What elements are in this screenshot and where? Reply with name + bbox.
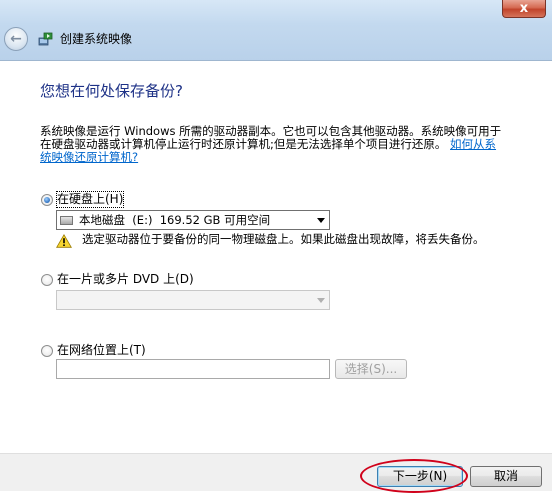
- warning-icon: [56, 234, 72, 248]
- radio-network[interactable]: [41, 345, 53, 357]
- next-button[interactable]: 下一步(N): [377, 466, 463, 487]
- warning-message: 选定驱动器位于要备份的同一物理磁盘上。如果此磁盘出现故障，将丢失备份。: [82, 232, 485, 246]
- backup-app-icon: [38, 32, 53, 46]
- wizard-content: 您想在何处保存备份? 系统映像是运行 Windows 所需的驱动器副本。它也可以…: [0, 61, 552, 453]
- chevron-down-icon: [317, 298, 325, 303]
- description: 系统映像是运行 Windows 所需的驱动器副本。它也可以包含其他驱动器。系统映…: [40, 125, 505, 164]
- title-bar: x ← 创建系统映像: [0, 0, 552, 61]
- radio-dvd[interactable]: [41, 274, 53, 286]
- window-title: 创建系统映像: [60, 32, 133, 46]
- radio-hard-disk-label[interactable]: 在硬盘上(H): [55, 191, 125, 208]
- radio-dvd-label[interactable]: 在一片或多片 DVD 上(D): [57, 272, 194, 287]
- close-button[interactable]: x: [502, 0, 546, 18]
- browse-button[interactable]: 选择(S)...: [335, 359, 407, 379]
- drive-select[interactable]: 本地磁盘 (E:) 169.52 GB 可用空间: [56, 210, 330, 230]
- back-arrow-icon: ←: [10, 31, 22, 47]
- network-path-input[interactable]: [56, 359, 330, 379]
- dvd-drive-select[interactable]: [56, 290, 330, 310]
- close-icon: x: [519, 1, 529, 16]
- hard-drive-icon: [60, 216, 73, 225]
- page-heading: 您想在何处保存备份?: [40, 82, 183, 100]
- chevron-down-icon: [317, 218, 325, 223]
- drive-select-value: 本地磁盘 (E:) 169.52 GB 可用空间: [79, 213, 271, 227]
- cancel-button[interactable]: 取消: [470, 466, 542, 487]
- back-button[interactable]: ←: [4, 27, 28, 51]
- radio-hard-disk[interactable]: [41, 194, 53, 206]
- radio-network-label[interactable]: 在网络位置上(T): [57, 343, 146, 358]
- description-text: 系统映像是运行 Windows 所需的驱动器副本。它也可以包含其他驱动器。系统映…: [40, 124, 502, 151]
